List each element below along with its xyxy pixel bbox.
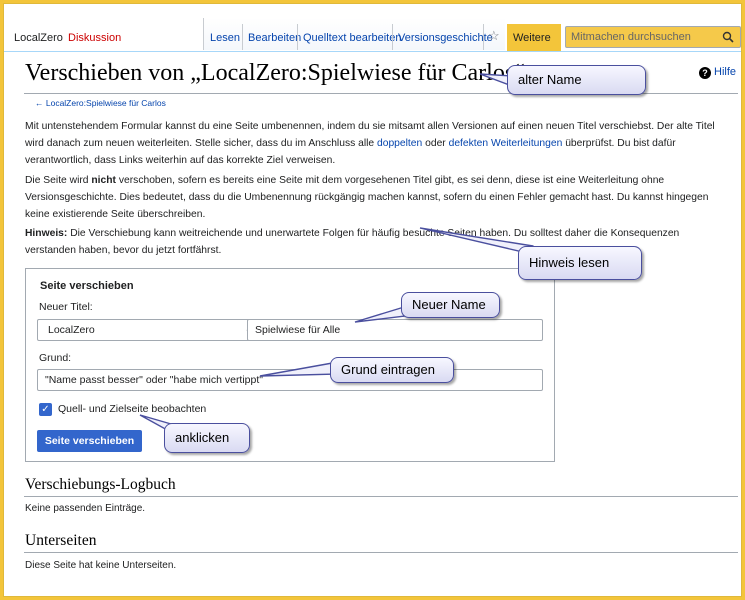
callout-read-hint: Hinweis lesen [518,246,642,280]
more-label: Weitere [513,32,551,44]
watch-star-icon[interactable]: ☆ [488,28,500,44]
new-title-input[interactable]: Spielwiese für Alle [247,319,543,341]
page-title: Verschieben von „LocalZero:Spielwiese fü… [25,60,525,86]
intro-paragraph: Mit untenstehendem Formular kannst du ei… [25,118,733,169]
subpages-text: Diese Seite hat keine Unterseiten. [25,560,177,571]
tab-discussion[interactable]: Diskussion [62,18,127,50]
watch-label: Quell- und Zielseite beobachten [58,403,207,415]
notice-paragraph: Die Seite wird nicht verschoben, sofern … [25,172,733,223]
intro-text-2: oder [422,138,449,149]
notice-text-1: Die Seite wird [25,175,92,186]
search-icon[interactable] [722,30,734,50]
tab-edit-source[interactable]: Quelltext bearbeiten [297,18,407,50]
reason-input[interactable]: "Name passt besser" oder "habe mich vert… [37,369,543,391]
hint-label: Hinweis: [25,228,68,239]
callout-reason: Grund eintragen [330,357,454,383]
broken-redirects-link[interactable]: defekten Weiterleitungen [449,138,563,149]
subpages-heading: Unterseiten [25,532,97,549]
backlink[interactable]: ← LocalZero:Spielwiese für Carlos [35,98,166,108]
notice-bold: nicht [91,175,116,186]
help-link[interactable]: ? Hilfe [699,66,736,79]
check-icon: ✓ [41,404,50,415]
namespace-select[interactable]: LocalZero ⌄ [37,319,262,341]
tab-read[interactable]: Lesen [204,18,246,50]
log-heading: Verschiebungs-Logbuch [25,476,176,493]
search-input[interactable]: Mitmachen durchsuchen [565,26,741,48]
new-title-label: Neuer Titel: [39,301,93,313]
callout-new-name: Neuer Name [401,292,500,318]
search-placeholder: Mitmachen durchsuchen [571,31,691,43]
namespace-value: LocalZero [48,324,95,336]
callout-click: anklicken [164,423,250,453]
form-legend: Seite verschieben [40,280,134,292]
notice-text-2: verschoben, sofern es bereits eine Seite… [25,175,709,220]
reason-label: Grund: [39,352,72,364]
callout-old-name: alter Name [507,65,646,95]
double-redirects-link[interactable]: doppelten [377,138,422,149]
log-text: Keine passenden Einträge. [25,503,146,514]
help-label: Hilfe [714,66,737,78]
move-page-button[interactable]: Seite verschieben [37,430,142,452]
help-icon: ? [699,67,711,79]
more-menu-button[interactable]: Weitere ⌄ [507,24,561,71]
tab-page[interactable]: LocalZero [8,18,69,50]
watch-checkbox[interactable]: ✓ [39,403,52,416]
